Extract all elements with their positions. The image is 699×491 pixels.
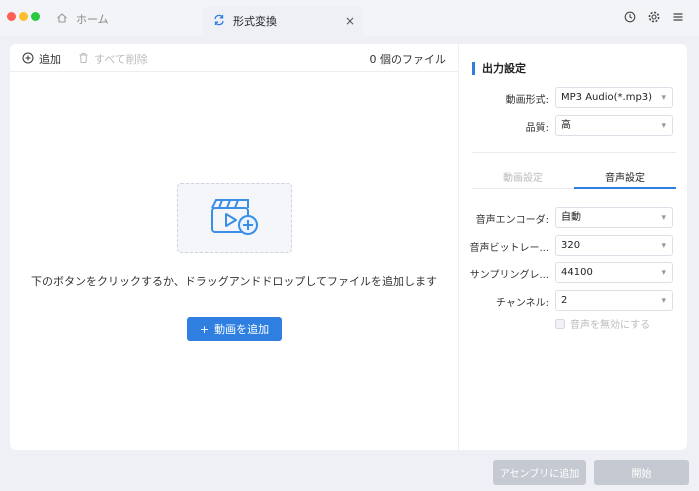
- delete-all-button[interactable]: すべて削除: [78, 51, 148, 67]
- file-toolbar: 追加 すべて削除 0 個のファイル: [10, 44, 458, 72]
- tab-video-settings[interactable]: 動画設定: [472, 169, 574, 184]
- add-video-label: 動画を追加: [214, 323, 270, 336]
- encoder-value: 自動: [561, 212, 581, 223]
- mute-audio-label: 音声を無効にする: [570, 320, 651, 331]
- quality-value: 高: [561, 120, 571, 131]
- file-list-panel: 追加 すべて削除 0 個のファイル 下のボタンをクリックするか、ドラッグアンドド…: [10, 44, 458, 450]
- plus-icon: +: [199, 322, 210, 336]
- delete-all-label: すべて削除: [94, 53, 148, 66]
- channel-value: 2: [561, 295, 568, 306]
- history-icon[interactable]: [623, 10, 637, 24]
- drop-hint: 下のボタンをクリックするか、ドラッグアンドドロップしてファイルを追加します: [30, 275, 437, 288]
- close-window-button[interactable]: [7, 12, 16, 21]
- output-settings-label: 出力設定: [482, 62, 526, 75]
- tab-home[interactable]: ホーム: [50, 6, 190, 32]
- minimize-window-button[interactable]: [19, 12, 28, 21]
- window-toolbar: [623, 10, 685, 24]
- start-button[interactable]: 開始: [594, 460, 689, 485]
- title-accent-bar: [472, 61, 475, 75]
- refresh-icon: [213, 14, 225, 29]
- section-divider: [472, 152, 676, 153]
- quality-label: 品質:: [525, 123, 549, 134]
- mute-audio-checkbox[interactable]: [555, 318, 565, 329]
- add-to-assembly-button[interactable]: アセンブリに追加: [493, 460, 586, 485]
- bitrate-value: 320: [561, 240, 581, 251]
- tab-home-label: ホーム: [76, 13, 109, 26]
- chevron-down-icon: ▾: [661, 241, 666, 251]
- output-settings-panel: 出力設定 動画形式: MP3 Audio(*.mp3) ▾ 品質: 高 ▾ 動画…: [459, 44, 687, 450]
- format-label: 動画形式:: [505, 95, 549, 106]
- chevron-down-icon: ▾: [661, 213, 666, 223]
- drop-zone[interactable]: [177, 183, 292, 253]
- add-video-button[interactable]: + 動画を追加: [187, 317, 282, 341]
- samplerate-label: サンプリングレ...: [469, 270, 549, 281]
- close-tab-icon[interactable]: ×: [345, 14, 355, 28]
- mute-audio-row[interactable]: 音声を無効にする: [555, 316, 650, 331]
- title-bar: ホーム 形式変換 ×: [0, 0, 699, 36]
- chevron-down-icon: ▾: [661, 121, 666, 131]
- add-button-label: 追加: [39, 53, 61, 66]
- encoder-select[interactable]: 自動 ▾: [555, 207, 673, 228]
- tab-format-convert[interactable]: 形式変換 ×: [203, 6, 363, 36]
- channel-select[interactable]: 2 ▾: [555, 290, 673, 311]
- quality-select[interactable]: 高 ▾: [555, 115, 673, 136]
- output-settings-title: 出力設定: [472, 60, 526, 76]
- bitrate-select[interactable]: 320 ▾: [555, 235, 673, 256]
- samplerate-value: 44100: [561, 267, 593, 278]
- format-value: MP3 Audio(*.mp3): [561, 92, 653, 103]
- file-count: 0 個のファイル: [369, 53, 447, 66]
- add-button[interactable]: 追加: [22, 51, 61, 67]
- tab-format-convert-label: 形式変換: [233, 15, 277, 28]
- channel-label: チャンネル:: [495, 298, 549, 309]
- home-icon: [56, 12, 68, 27]
- tab-audio-settings[interactable]: 音声設定: [574, 169, 676, 184]
- zoom-window-button[interactable]: [31, 12, 40, 21]
- samplerate-select[interactable]: 44100 ▾: [555, 262, 673, 283]
- chevron-down-icon: ▾: [661, 268, 666, 278]
- trash-icon: [78, 52, 89, 67]
- chevron-down-icon: ▾: [661, 296, 666, 306]
- encoder-label: 音声エンコーダ:: [475, 215, 549, 226]
- bitrate-label: 音声ビットレー...: [469, 243, 549, 254]
- add-video-clip-icon: [210, 198, 260, 239]
- chevron-down-icon: ▾: [661, 93, 666, 103]
- menu-icon[interactable]: [671, 10, 685, 24]
- format-select[interactable]: MP3 Audio(*.mp3) ▾: [555, 87, 673, 108]
- active-tab-indicator: [574, 187, 676, 189]
- plus-circle-icon: [22, 52, 34, 67]
- gear-icon[interactable]: [647, 10, 661, 24]
